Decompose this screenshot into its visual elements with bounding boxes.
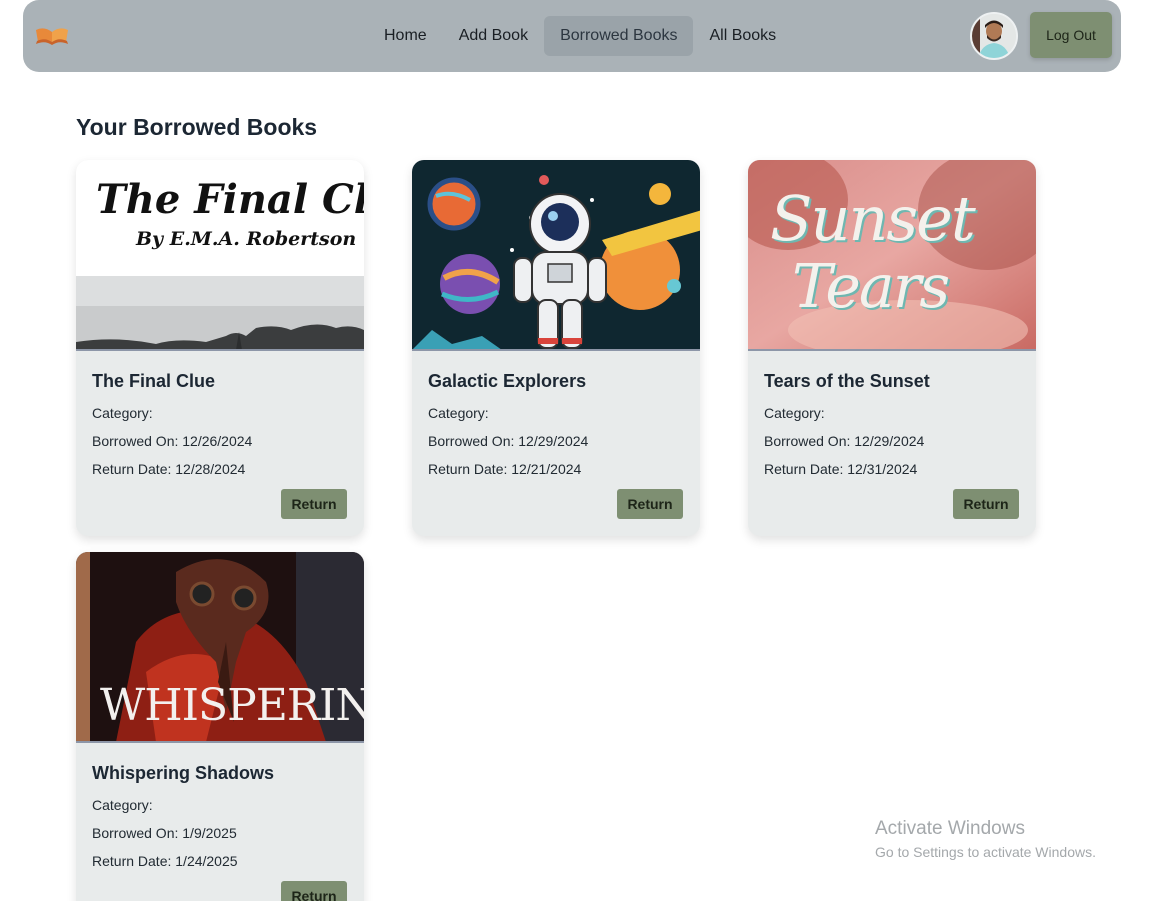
navbar: Home Add Book Borrowed Books All Books L… xyxy=(23,0,1121,72)
return-button[interactable]: Return xyxy=(953,489,1019,519)
book-cover: The Final Clue By E.M.A. Robertson xyxy=(76,160,364,350)
open-book-icon[interactable] xyxy=(35,26,69,46)
return-date: Return Date: 12/28/2024 xyxy=(92,461,246,477)
return-date: Return Date: 1/24/2025 xyxy=(92,853,238,869)
book-title: Tears of the Sunset xyxy=(764,371,930,391)
book-title: The Final Clue xyxy=(92,371,216,391)
book-title: Whispering Shadows xyxy=(92,763,275,783)
cover-title: The Final Clue xyxy=(96,176,364,223)
book-category: Category: xyxy=(92,797,153,813)
cover-divider xyxy=(748,349,1036,351)
cover-title-line2: Tears xyxy=(792,252,950,322)
book-card: WHISPERING Whispering Shadows Category: … xyxy=(76,552,364,901)
nav-all-books[interactable]: All Books xyxy=(693,16,792,56)
borrowed-date: Borrowed On: 12/26/2024 xyxy=(92,433,253,449)
book-cover: Sunset Tears xyxy=(748,160,1036,350)
cover-title: WHISPERING xyxy=(100,680,364,731)
page-title: Your Borrowed Books xyxy=(76,114,318,140)
cover-author: By E.M.A. Robertson xyxy=(136,228,357,250)
borrowed-date: Borrowed On: 1/9/2025 xyxy=(92,825,237,841)
book-title: Galactic Explorers xyxy=(428,371,587,391)
cover-divider xyxy=(412,349,700,351)
book-category: Category: xyxy=(764,405,825,421)
nav-borrowed-books[interactable]: Borrowed Books xyxy=(544,16,694,56)
book-card: Sunset Tears Tears of the Sunset Categor… xyxy=(748,160,1036,536)
borrowed-date: Borrowed On: 12/29/2024 xyxy=(428,433,589,449)
user-photo xyxy=(972,14,1016,58)
return-date: Return Date: 12/31/2024 xyxy=(764,461,918,477)
watermark-title: Activate Windows xyxy=(875,818,1025,839)
book-card: Galactic Explorers Category: Borrowed On… xyxy=(412,160,700,536)
avatar[interactable] xyxy=(970,12,1018,60)
cover-title-line1: Sunset xyxy=(770,182,976,255)
nav-home[interactable]: Home xyxy=(368,16,443,56)
return-button[interactable]: Return xyxy=(281,489,347,519)
book-cover xyxy=(412,160,700,350)
return-date: Return Date: 12/21/2024 xyxy=(428,461,582,477)
windows-activation-watermark: Activate Windows Go to Settings to activ… xyxy=(875,818,1096,860)
book-category: Category: xyxy=(92,405,153,421)
nav-links: Home Add Book Borrowed Books All Books xyxy=(368,16,792,56)
logout-button[interactable]: Log Out xyxy=(1030,12,1112,58)
return-button[interactable]: Return xyxy=(617,489,683,519)
book-cover: WHISPERING xyxy=(76,552,364,742)
book-category: Category: xyxy=(428,405,489,421)
watermark-subtitle: Go to Settings to activate Windows. xyxy=(875,844,1096,860)
borrowed-date: Borrowed On: 12/29/2024 xyxy=(764,433,925,449)
cover-divider xyxy=(76,741,364,743)
cover-divider xyxy=(76,349,364,351)
nav-add-book[interactable]: Add Book xyxy=(443,16,544,56)
return-button[interactable]: Return xyxy=(281,881,347,901)
book-card: The Final Clue By E.M.A. Robertson The F… xyxy=(76,160,364,536)
